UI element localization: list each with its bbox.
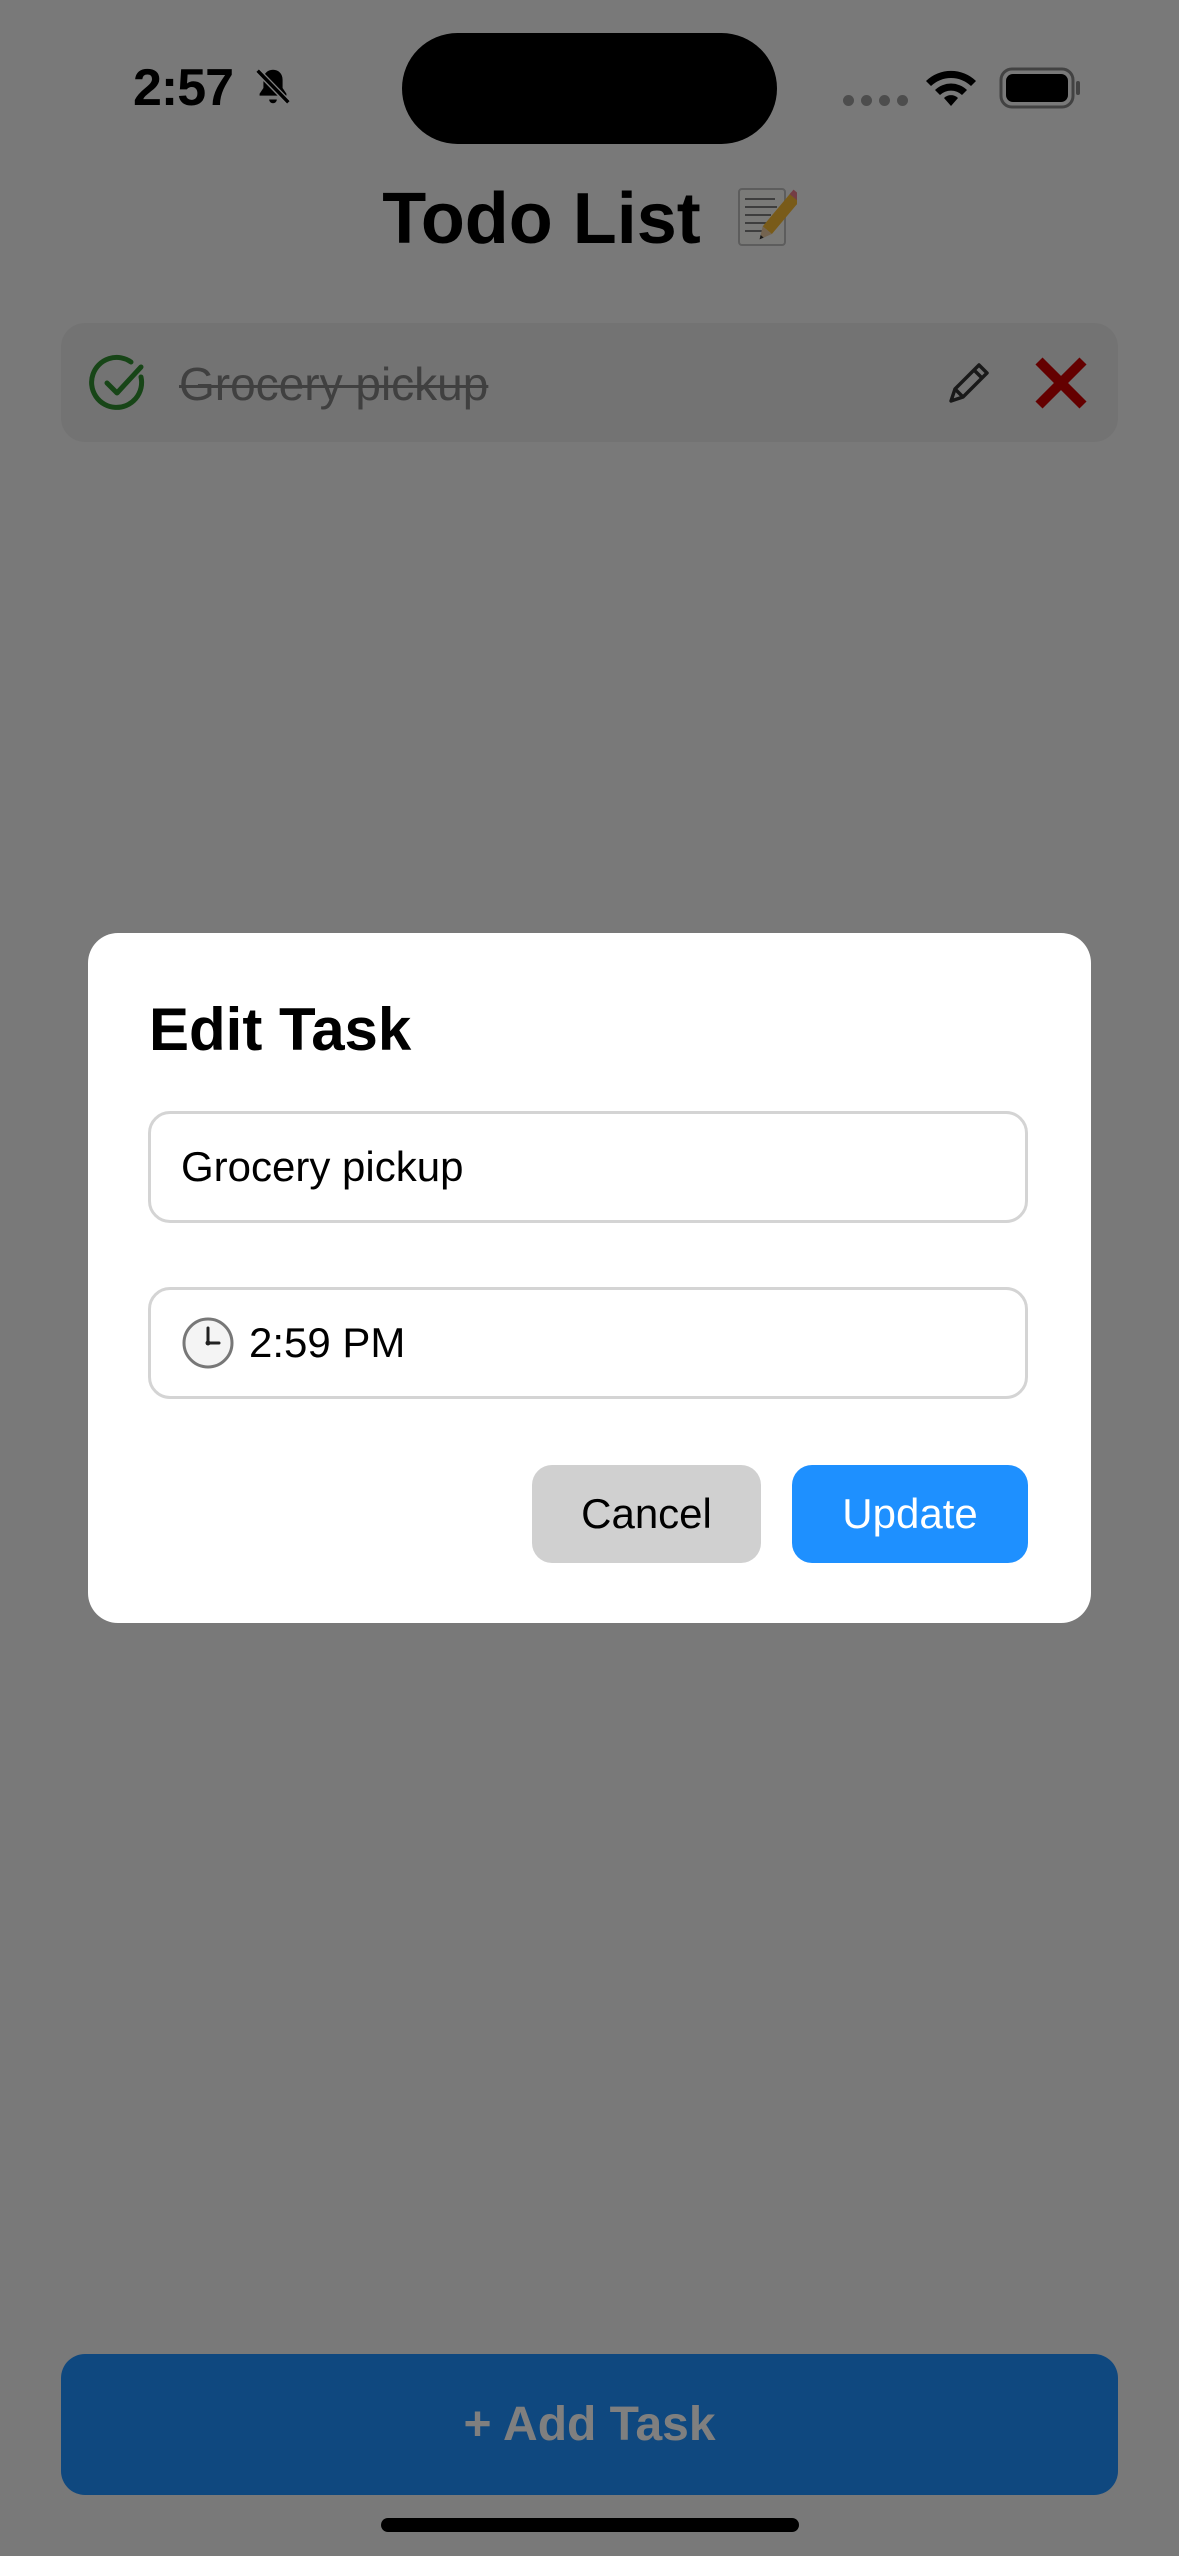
edit-task-modal: Edit Task Grocery pickup 2:59 PM Cancel …	[88, 933, 1091, 1623]
clock-icon	[182, 1317, 234, 1369]
home-indicator[interactable]	[381, 2518, 799, 2532]
cancel-button[interactable]: Cancel	[532, 1465, 761, 1563]
task-name-value: Grocery pickup	[181, 1143, 464, 1190]
time-value: 2:59 PM	[249, 1319, 406, 1366]
task-name-input[interactable]: Grocery pickup	[148, 1111, 1028, 1223]
time-picker[interactable]: 2:59 PM	[148, 1287, 1028, 1399]
update-button[interactable]: Update	[792, 1465, 1028, 1563]
modal-title: Edit Task	[149, 996, 412, 1063]
